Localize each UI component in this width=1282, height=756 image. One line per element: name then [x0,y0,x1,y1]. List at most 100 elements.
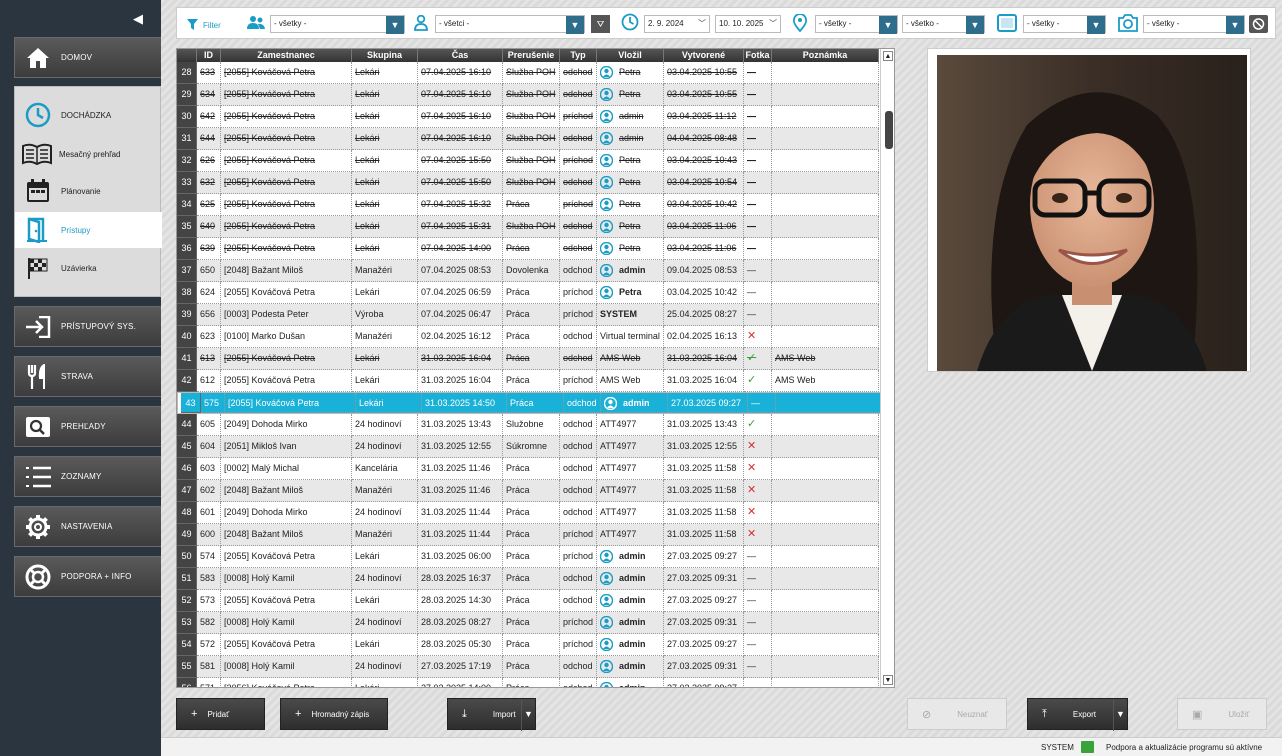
chevron-down-icon[interactable]: ▼ [566,16,584,34]
table-row[interactable]: 44 605 [2049] Dohoda Mirko 24 hodinoví 31.03… [177,414,879,436]
table-row[interactable]: 45 604 [2051] Mikloš Ivan 24 hodinoví 31.03.… [177,436,879,458]
nav-domov[interactable]: DOMOV [14,37,161,78]
table-row[interactable]: 51 583 [0008] Holý Kamil 24 hodinoví 28.03.2… [177,568,879,590]
chevron-down-icon[interactable]: ▼ [1087,16,1105,34]
collapse-sidebar-icon[interactable]: ◀ [133,11,145,27]
column-header[interactable]: Čas [418,49,503,62]
import-button[interactable]: ⤓ Import ▼ [447,698,536,731]
nav-pristupy[interactable]: Prístupy [15,212,162,248]
column-header[interactable]: Zamestnanec [221,49,352,62]
table-row[interactable]: 56 571 [2056] Kováčová Petra Lekári 27.03.20… [177,678,879,687]
location-select[interactable]: - všetky - ▼ [815,15,898,34]
table-row[interactable]: 39 656 [0003] Podesta Peter Výroba 07.04.202… [177,304,879,326]
export-button[interactable]: ⤒ Export ▼ [1027,698,1128,731]
row-number: 39 [177,304,197,326]
table-row[interactable]: 32 626 [2055] Kováčová Petra Lekári 07.04.20… [177,150,879,172]
chevron-down-icon[interactable]: ▼ [386,16,404,34]
table-row[interactable]: 53 582 [0008] Holý Kamil 24 hodinoví 28.03.2… [177,612,879,634]
cell-group: Lekári [352,106,418,128]
cell-employee: [2055] Kováčová Petra [221,150,352,172]
table-row[interactable]: 31 644 [2055] Kováčová Petra Lekári 07.04.20… [177,128,879,150]
chevron-down-icon[interactable]: ▼ [1113,699,1127,731]
column-header[interactable]: Prerušenie [503,49,560,62]
column-header[interactable]: Skupina [352,49,418,62]
table-row[interactable]: 46 603 [0002] Malý Michal Kancelária 31.03.2… [177,458,879,480]
nav-planovanie[interactable]: Plánovanie [15,175,162,207]
bulk-entry-button[interactable]: + Hromadný zápis [280,698,388,730]
chevron-down-icon[interactable]: ▼ [879,16,897,34]
nav-zoznamy[interactable]: ZOZNAMY [14,456,161,497]
table-row[interactable]: 36 639 [2055] Kováčová Petra Lekári 07.04.20… [177,238,879,260]
column-header[interactable]: Poznámka [772,49,879,62]
cell-group: 24 hodinoví [352,502,418,524]
save-button[interactable]: ▣ Uložiť [1177,698,1267,730]
employee-select[interactable]: - všetci - ▼ [435,15,585,34]
plus-icon: + [191,708,198,720]
cell-photo: — [744,238,772,260]
clear-filter-button[interactable] [1249,15,1268,33]
filter-toggle[interactable]: Filter [187,16,221,34]
nav-dochadzka[interactable]: DOCHÁDZKA [15,97,162,133]
add-button[interactable]: + Pridať [176,698,265,730]
cell-note [772,546,879,568]
scroll-down-icon[interactable]: ▼ [883,675,893,685]
column-header[interactable]: Fotka [744,49,772,62]
table-row[interactable]: 43 575 [2055] Kováčová Petra Lekári 31.03.20… [177,392,884,414]
table-row[interactable]: 37 650 [2048] Bažant Miloš Manažéri 07.04.20… [177,260,879,282]
cell-photo: — [744,260,772,282]
table-row[interactable]: 34 625 [2055] Kováčová Petra Lekári 07.04.20… [177,194,879,216]
nav-label: Prístupy [61,225,91,235]
location2-select[interactable]: - všetko - ▼ [902,15,985,34]
column-header[interactable]: ID [197,49,221,62]
employee-filter-button[interactable]: ⛛ [591,15,610,33]
column-header[interactable]: Vložil [597,49,664,62]
date-to-field[interactable]: 10. 10. 2025 ﹀ [715,15,781,33]
nav-pristupovy-sys[interactable]: PRÍSTUPOVÝ SYS. [14,306,161,347]
table-row[interactable]: 33 632 [2055] Kováčová Petra Lekári 07.04.20… [177,172,879,194]
chevron-down-icon[interactable]: ▼ [966,16,984,34]
table-row[interactable]: 47 602 [2048] Bažant Miloš Manažéri 31.03.20… [177,480,879,502]
date-from-field[interactable]: 2. 9. 2024 ﹀ [644,15,710,33]
cell-employee: [2055] Kováčová Petra [221,172,352,194]
table-row[interactable]: 54 572 [2055] Kováčová Petra Lekári 28.03.20… [177,634,879,656]
table-row[interactable]: 38 624 [2055] Kováčová Petra Lekári 07.04.20… [177,282,879,304]
cell-photo: — [744,194,772,216]
table-row[interactable]: 29 634 [2055] Kováčová Petra Lekári 07.04.20… [177,84,879,106]
chevron-down-icon[interactable]: ﹀ [698,16,706,32]
cell-employee: [2055] Kováčová Petra [221,370,352,392]
table-row[interactable]: 55 581 [0008] Holý Kamil 24 hodinoví 27.03.2… [177,656,879,678]
chevron-down-icon[interactable]: ▼ [1226,16,1244,34]
table-row[interactable]: 35 640 [2055] Kováčová Petra Lekári 07.04.20… [177,216,879,238]
nav-nastavenia[interactable]: NASTAVENIA [14,506,161,547]
column-header[interactable]: Typ [560,49,597,62]
group-select[interactable]: - všetky - ▼ [270,15,405,34]
nav-prehlady[interactable]: PREHĽADY [14,406,161,447]
cell-id: 624 [197,282,221,304]
cell-break: Dovolenka [503,260,560,282]
chevron-down-icon[interactable]: ﹀ [769,16,777,32]
photo-select[interactable]: - všetky - ▼ [1143,15,1245,34]
nav-podpora[interactable]: PODPORA + INFO [14,556,161,597]
device-select[interactable]: - všetky - ▼ [1023,15,1106,34]
table-row[interactable]: 52 573 [2055] Kováčová Petra Lekári 28.03.20… [177,590,879,612]
table-row[interactable]: 30 642 [2055] Kováčová Petra Lekári 07.04.20… [177,106,879,128]
table-row[interactable]: 49 600 [2048] Bažant Miloš Manažéri 31.03.20… [177,524,879,546]
grid-scrollbar[interactable]: ▲ ▼ [880,49,894,687]
ban-icon [1252,18,1265,30]
table-row[interactable]: 42 612 [2055] Kováčová Petra Lekári 31.03.20… [177,370,879,392]
list-icon [15,465,61,489]
table-row[interactable]: 40 623 [0100] Marko Dušan Manažéri 02.04.202… [177,326,879,348]
table-row[interactable]: 50 574 [2055] Kováčová Petra Lekári 31.03.20… [177,546,879,568]
nav-mesacny-prehlad[interactable]: Mesačný prehľad [15,139,162,169]
scroll-up-icon[interactable]: ▲ [883,51,893,61]
table-row[interactable]: 41 613 [2055] Kováčová Petra Lekári 31.03.20… [177,348,879,370]
column-header[interactable]: Vytvorené [664,49,744,62]
table-row[interactable]: 28 633 [2055] Kováčová Petra Lekári 07.04.20… [177,62,879,84]
table-row[interactable]: 48 601 [2049] Dohoda Mirko 24 hodinoví 31.03… [177,502,879,524]
scroll-thumb[interactable] [885,111,893,149]
chevron-down-icon[interactable]: ▼ [521,699,535,731]
cell-time: 07.04.2025 15:50 [418,172,503,194]
reject-button[interactable]: ⊘ Neuznať [907,698,1007,730]
nav-strava[interactable]: STRAVA [14,356,161,397]
nav-uzavierka[interactable]: Uzávierka [15,250,162,286]
